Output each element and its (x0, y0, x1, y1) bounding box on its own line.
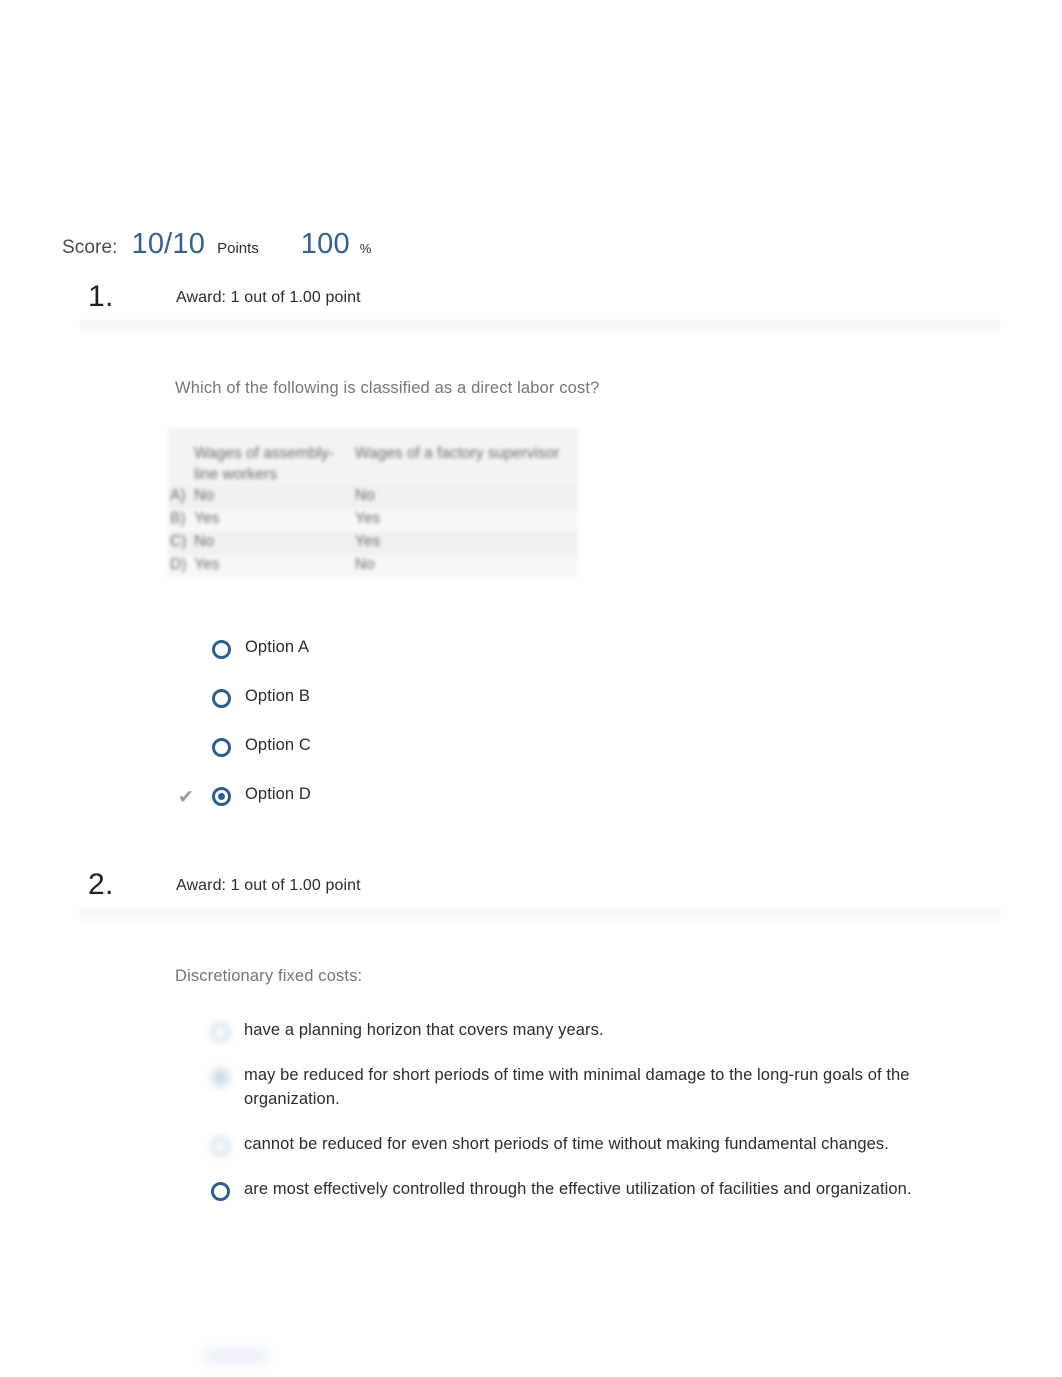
quiz-results-page: Score: 10/10 Points 100 % 1. Award: 1 ou… (0, 0, 1062, 1377)
table-cell-key: D) (170, 555, 187, 573)
next-question-partial (205, 1348, 267, 1364)
option-4-label: are most effectively controlled through … (244, 1179, 912, 1198)
option-1[interactable]: have a planning horizon that covers many… (211, 1019, 1001, 1043)
option-3[interactable]: cannot be reduced for even short periods… (211, 1133, 1001, 1157)
score-points-unit: Points (217, 240, 259, 257)
table-cell-col2: No (354, 555, 375, 573)
radio-button-icon[interactable] (212, 786, 231, 806)
question-block-1: 1. Award: 1 out of 1.00 point (0, 280, 1062, 336)
table-cell-key: C) (170, 532, 187, 550)
question-2-options[interactable]: have a planning horizon that covers many… (211, 1019, 1001, 1202)
table-row: C) No Yes (168, 531, 578, 555)
radio-button-icon[interactable] (211, 1023, 230, 1042)
option-a[interactable]: Option A (212, 636, 912, 660)
score-points-value: 10/10 (131, 228, 206, 260)
score-summary: Score: 10/10 Points 100 % (62, 228, 371, 261)
question-1-award: Award: 1 out of 1.00 point (176, 289, 361, 306)
score-label: Score: (62, 237, 118, 258)
table-header-key (168, 428, 194, 486)
question-1-divider (80, 320, 1000, 336)
option-d-label: Option D (245, 784, 311, 803)
score-percent-value: 100 (300, 228, 350, 260)
table-header-col1: Wages of assembly-line workers (194, 445, 334, 483)
option-b[interactable]: Option B (212, 685, 912, 709)
table-cell-col2: No (354, 486, 375, 504)
radio-button-icon[interactable] (211, 1181, 230, 1201)
table-row: B) Yes Yes (168, 508, 578, 532)
question-2-stem: Discretionary fixed costs: (175, 967, 363, 985)
correct-check-icon: ✔ (178, 786, 194, 808)
radio-button-icon[interactable] (212, 737, 231, 757)
option-2-label: may be reduced for short periods of time… (244, 1065, 910, 1108)
radio-button-icon[interactable] (211, 1067, 230, 1087)
question-2-award: Award: 1 out of 1.00 point (176, 877, 361, 894)
option-4[interactable]: are most effectively controlled through … (211, 1178, 1001, 1202)
option-1-label: have a planning horizon that covers many… (244, 1021, 604, 1039)
table-header-col2: Wages of a factory supervisor (354, 445, 560, 462)
score-percent-unit: % (359, 241, 372, 256)
option-c-label: Option C (245, 735, 311, 754)
table-cell-col1: Yes (194, 555, 220, 573)
option-d[interactable]: ✔ Option D (178, 783, 912, 807)
table-cell-col2: Yes (354, 509, 381, 527)
question-1-options[interactable]: Option A Option B Option C ✔ Option D (178, 636, 912, 807)
table-header-row: Wages of assembly-line workers Wages of … (168, 428, 578, 486)
option-c[interactable]: Option C (212, 734, 912, 758)
question-1-table: Wages of assembly-line workers Wages of … (168, 428, 578, 590)
table-row: D) Yes No (168, 554, 578, 578)
radio-button-icon[interactable] (211, 1136, 230, 1156)
option-a-label: Option A (245, 638, 310, 656)
table-cell-col1: No (194, 486, 214, 504)
question-2-divider (80, 908, 1000, 924)
option-2[interactable]: may be reduced for short periods of time… (211, 1064, 1001, 1112)
question-1-stem: Which of the following is classified as … (175, 379, 600, 397)
question-1-number: 1. (88, 280, 114, 313)
radio-button-icon[interactable] (212, 688, 231, 708)
table-cell-key: A) (170, 486, 186, 504)
table-cell-col1: Yes (194, 509, 220, 527)
option-3-label: cannot be reduced for even short periods… (244, 1134, 889, 1153)
table-row: A) No No (168, 485, 578, 509)
table-cell-key: B) (170, 509, 186, 527)
table-cell-col1: No (194, 532, 214, 550)
question-block-2: 2. Award: 1 out of 1.00 point (0, 868, 1062, 924)
radio-button-icon[interactable] (212, 640, 231, 659)
table-cell-col2: Yes (354, 532, 381, 550)
option-b-label: Option B (245, 686, 311, 705)
question-2-number: 2. (88, 868, 114, 901)
